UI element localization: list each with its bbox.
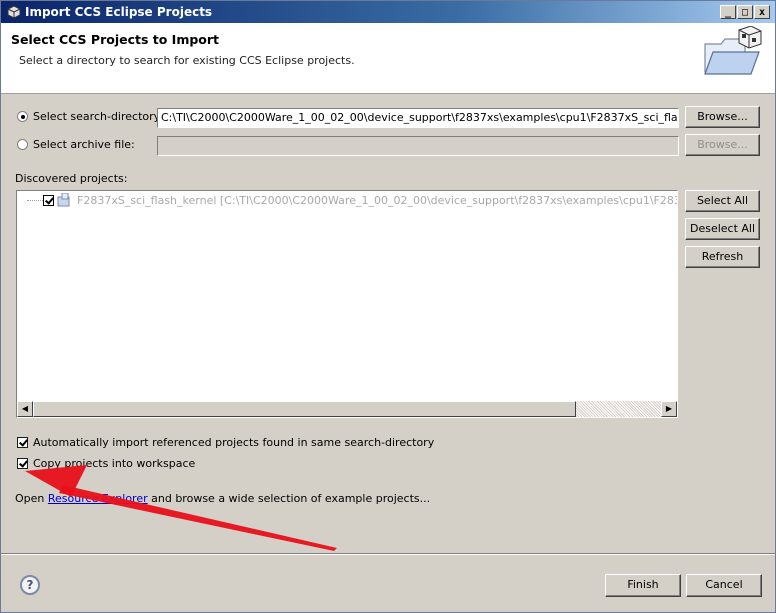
scroll-left-icon[interactable]: ◀	[17, 401, 33, 417]
minimize-button[interactable]: _	[720, 5, 736, 19]
copy-projects-checkbox[interactable]	[17, 458, 28, 469]
import-dialog: Import CCS Eclipse Projects _ □ x Select…	[0, 0, 776, 613]
resource-explorer-link[interactable]: Resource Explorer	[48, 492, 148, 505]
discovered-projects-label: Discovered projects:	[15, 172, 128, 185]
archive-file-label: Select archive file:	[33, 138, 135, 151]
tree-connector	[27, 200, 43, 201]
page-description: Select a directory to search for existin…	[19, 54, 355, 67]
maximize-button[interactable]: □	[737, 5, 753, 19]
projects-list[interactable]: F2837xS_sci_flash_kernel [C:\TI\C2000\C2…	[16, 190, 678, 418]
project-folder-icon	[57, 193, 70, 207]
copy-projects-label: Copy projects into workspace	[33, 457, 196, 470]
scrollbar-thumb[interactable]	[33, 401, 576, 417]
resource-explorer-suffix: and browse a wide selection of example p…	[147, 492, 431, 505]
browse-archive-button[interactable]: Browse...	[685, 134, 760, 156]
wizard-header: Select CCS Projects to Import Select a d…	[1, 23, 775, 94]
browse-directory-button[interactable]: Browse...	[685, 106, 760, 128]
search-directory-radio[interactable]	[17, 111, 28, 122]
project-checkbox[interactable]	[43, 195, 54, 206]
cancel-button[interactable]: Cancel	[686, 574, 762, 597]
resource-explorer-line: Open Resource Explorer and browse a wide…	[15, 492, 430, 505]
auto-import-label: Automatically import referenced projects…	[33, 436, 435, 449]
archive-file-field[interactable]	[157, 136, 679, 156]
import-folder-icon	[704, 26, 762, 75]
horizontal-scrollbar[interactable]: ◀ ▶	[17, 401, 677, 417]
title-bar: Import CCS Eclipse Projects _ □ x	[1, 1, 775, 23]
close-button[interactable]: x	[754, 5, 770, 19]
auto-import-checkbox[interactable]	[17, 437, 28, 448]
resource-explorer-prefix: Open	[15, 492, 48, 505]
archive-file-radio[interactable]	[17, 139, 28, 150]
refresh-button[interactable]: Refresh	[685, 246, 760, 268]
select-all-button[interactable]: Select All	[685, 190, 760, 212]
project-entry-text: F2837xS_sci_flash_kernel [C:\TI\C2000\C2…	[77, 194, 677, 207]
search-directory-label: Select search-directory:	[33, 110, 164, 123]
scroll-right-icon[interactable]: ▶	[661, 401, 677, 417]
footer-separator	[1, 553, 775, 555]
help-icon[interactable]: ?	[20, 575, 40, 595]
ccs-cube-icon	[7, 5, 21, 19]
search-directory-field[interactable]: C:\TI\C2000\C2000Ware_1_00_02_00\device_…	[157, 108, 679, 128]
page-title: Select CCS Projects to Import	[11, 32, 220, 47]
deselect-all-button[interactable]: Deselect All	[685, 218, 760, 240]
list-item[interactable]: F2837xS_sci_flash_kernel [C:\TI\C2000\C2…	[17, 191, 677, 209]
window-title: Import CCS Eclipse Projects	[25, 5, 213, 19]
finish-button[interactable]: Finish	[605, 574, 681, 597]
